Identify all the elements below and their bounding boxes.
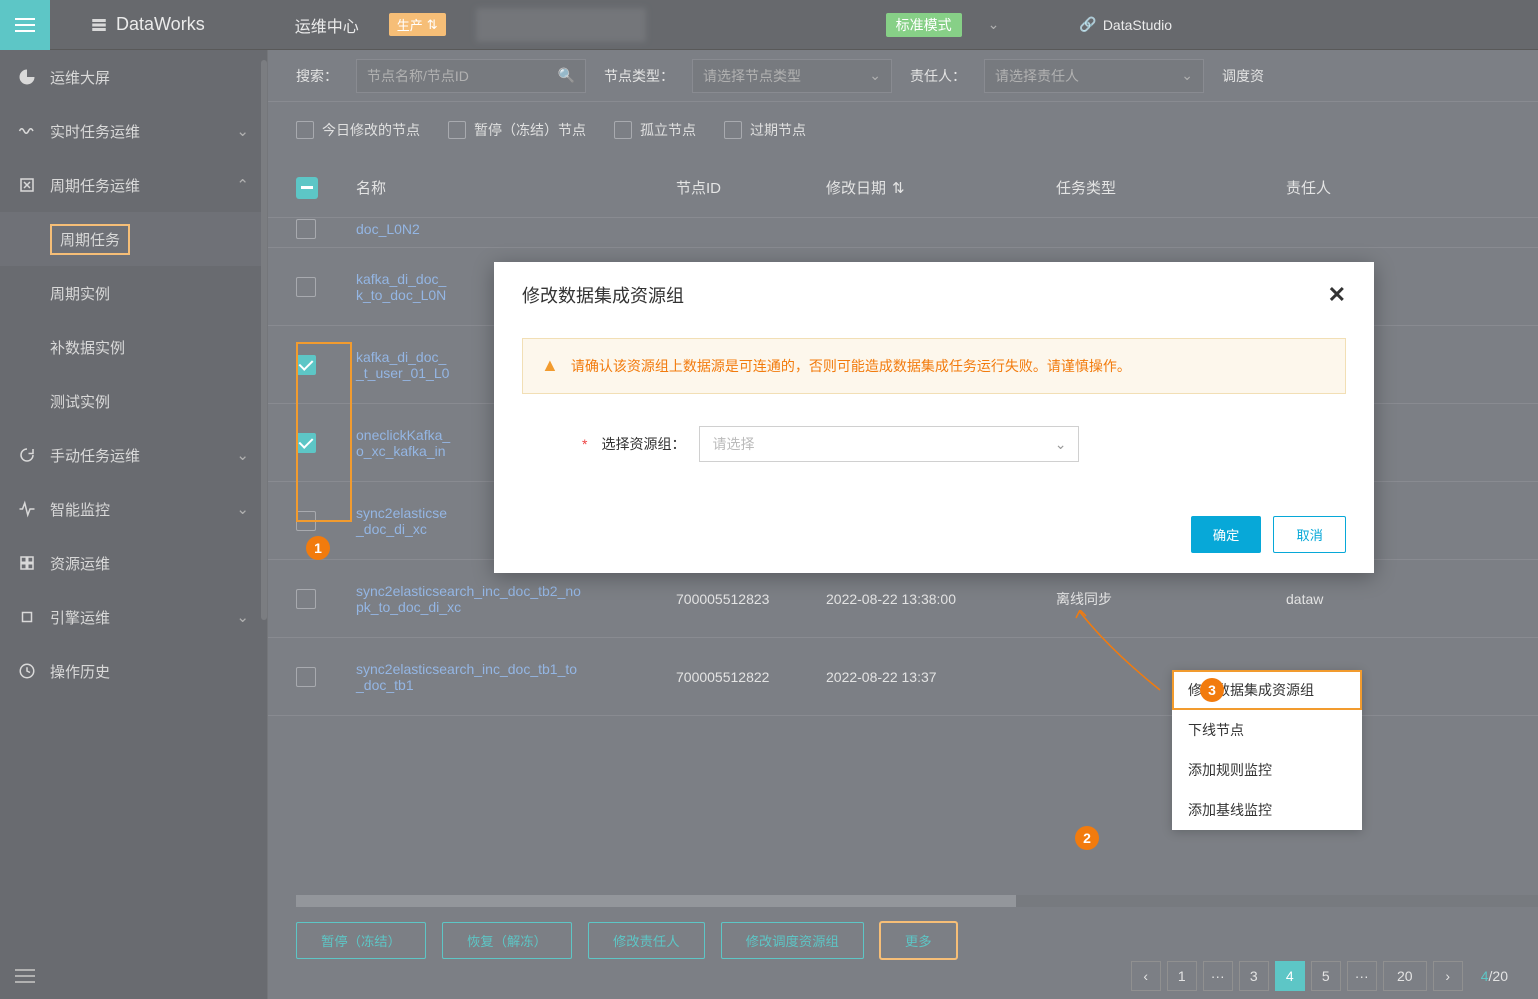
ok-button[interactable]: 确定 <box>1191 516 1262 553</box>
modal-title: 修改数据集成资源组 <box>522 282 684 308</box>
resource-group-select[interactable]: 请选择 ⌄ <box>699 426 1079 462</box>
placeholder: 请选择 <box>712 434 754 454</box>
close-icon[interactable]: ✕ <box>1328 282 1346 308</box>
chevron-down-icon: ⌄ <box>1055 436 1067 453</box>
dd-add-baseline[interactable]: 添加基线监控 <box>1172 790 1362 830</box>
required-mark: * <box>582 436 587 452</box>
dd-offline-node[interactable]: 下线节点 <box>1172 710 1362 750</box>
dd-add-rule[interactable]: 添加规则监控 <box>1172 750 1362 790</box>
annotation-2: 2 <box>1075 826 1099 850</box>
annotation-3: 3 <box>1200 678 1224 702</box>
warning-alert: ▲ 请确认该资源组上数据源是可连通的，否则可能造成数据集成任务运行失败。请谨慎操… <box>522 338 1346 394</box>
alert-text: 请确认该资源组上数据源是可连通的，否则可能造成数据集成任务运行失败。请谨慎操作。 <box>571 355 1131 377</box>
field-label: 选择资源组： <box>601 434 685 454</box>
modal-change-di-rg: 修改数据集成资源组 ✕ ▲ 请确认该资源组上数据源是可连通的，否则可能造成数据集… <box>494 262 1374 573</box>
cancel-button[interactable]: 取消 <box>1273 516 1346 553</box>
annotation-1: 1 <box>306 536 330 560</box>
warning-icon: ▲ <box>541 355 559 377</box>
